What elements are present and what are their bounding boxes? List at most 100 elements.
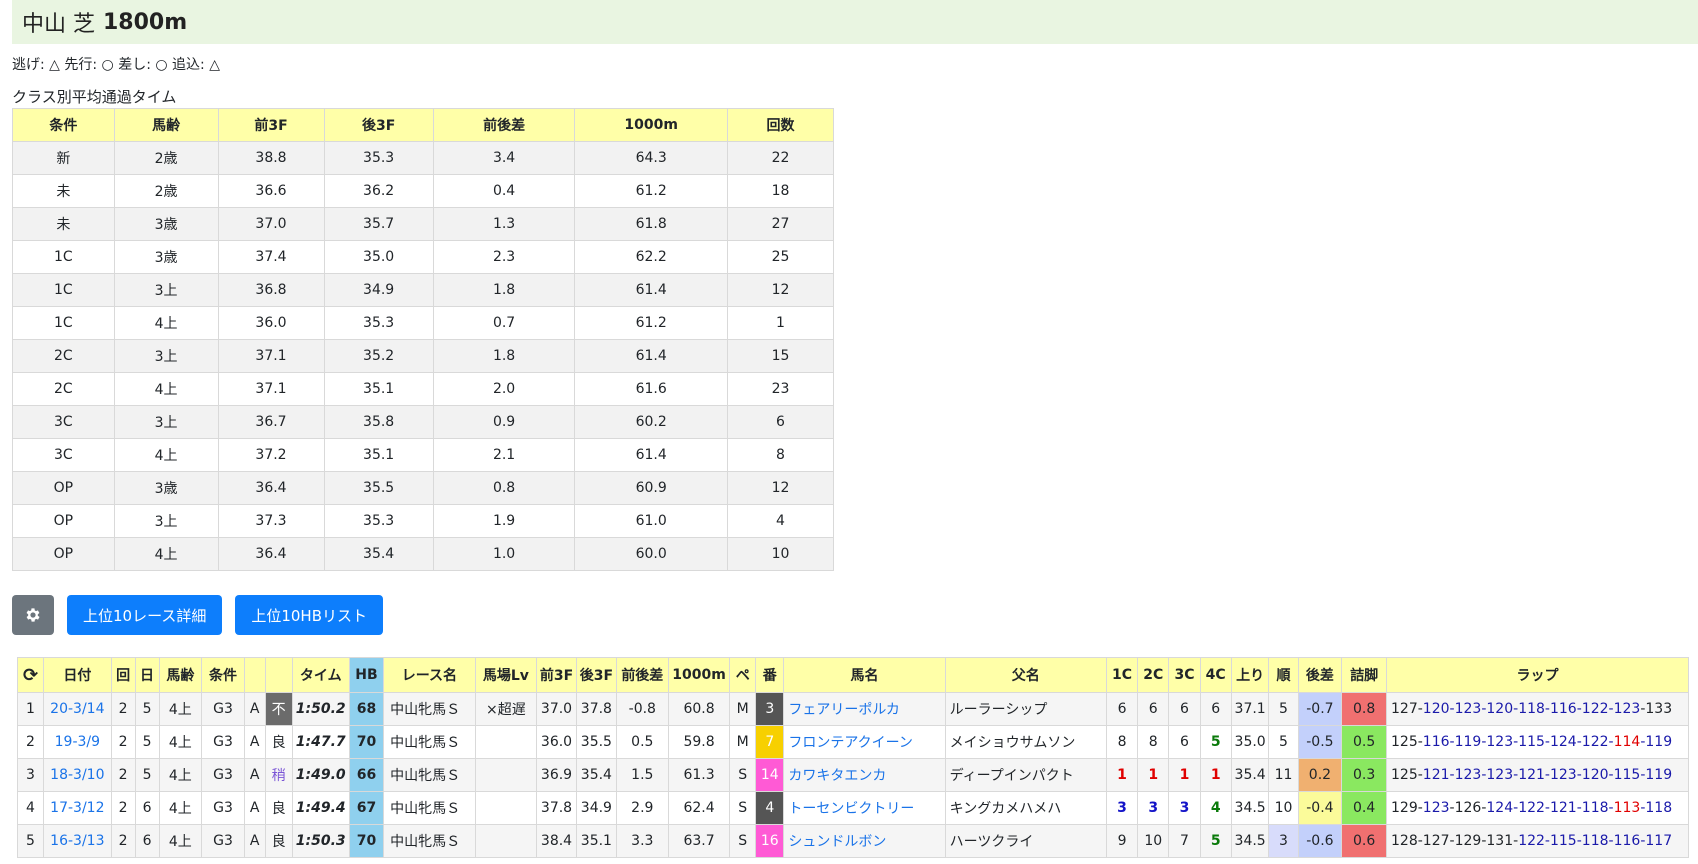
- closing-speed: 0.6: [1341, 824, 1387, 858]
- refresh-icon[interactable]: ⟳: [23, 665, 38, 686]
- race-table-header[interactable]: 順: [1268, 657, 1299, 693]
- lap-segment: 118: [1581, 833, 1609, 849]
- horse-number: 14: [755, 758, 785, 792]
- race-table-header[interactable]: 後3F: [575, 657, 617, 693]
- class-table-row: 2C 3上 37.1 35.2 1.8 61.4 15: [12, 339, 835, 373]
- race-table-header[interactable]: 馬場Lv: [474, 657, 538, 693]
- settings-button[interactable]: [12, 595, 54, 635]
- corner-position-c2: 10: [1137, 824, 1170, 858]
- race-table-header[interactable]: 詰脚: [1341, 657, 1387, 693]
- last-time: 34.5: [1230, 791, 1270, 825]
- class-table-cell: 1C: [12, 306, 115, 340]
- horse-name-cell: フロンテアクイーン: [783, 725, 946, 759]
- class-table-cell: 1.0: [432, 537, 576, 571]
- race-date-link[interactable]: 20-3/14: [50, 701, 104, 717]
- race-table-header[interactable]: 父名: [944, 657, 1107, 693]
- race-table-header[interactable]: HB: [348, 657, 385, 693]
- track-level: [474, 758, 538, 792]
- pace-diff: 3.3: [615, 824, 669, 858]
- lap-segment: 119: [1454, 734, 1482, 750]
- class-table-cell: 61.4: [574, 339, 728, 373]
- race-table-header[interactable]: 馬名: [783, 657, 946, 693]
- class-table-cell: 4: [726, 504, 835, 538]
- class-table-cell: 60.0: [574, 537, 728, 571]
- race-table-header[interactable]: 前後差: [615, 657, 669, 693]
- race-table-header[interactable]: [264, 657, 293, 693]
- time-1000m: 61.3: [667, 758, 731, 792]
- lap-segment: 125: [1391, 734, 1418, 750]
- horse-name-link[interactable]: シュンドルボン: [788, 834, 886, 850]
- race-table-header[interactable]: 日付: [43, 657, 112, 693]
- race-name: 中山牝馬Ｓ: [383, 824, 476, 858]
- race-table-header[interactable]: 回: [110, 657, 136, 693]
- race-table-header[interactable]: 条件: [201, 657, 245, 693]
- top10-hb-list-button[interactable]: 上位10HBリスト: [235, 595, 384, 635]
- lap-segment: 124: [1549, 734, 1577, 750]
- horse-name-link[interactable]: フェアリーポルカ: [788, 702, 900, 718]
- class-table-cell: 2.3: [432, 240, 576, 274]
- action-button-row: 上位10レース詳細 上位10HBリスト: [12, 595, 384, 635]
- track-level: [474, 824, 538, 858]
- horse-name-link[interactable]: トーセンビクトリー: [788, 801, 914, 817]
- race-date-link[interactable]: 17-3/12: [50, 800, 104, 816]
- class-table-cell: 60.2: [574, 405, 728, 439]
- lap-segment: 116: [1613, 833, 1641, 849]
- class-table-cell: 未: [12, 174, 115, 208]
- time-1000m: 60.8: [667, 692, 731, 726]
- race-table-header[interactable]: タイム: [291, 657, 350, 693]
- race-kai: 2: [110, 791, 136, 825]
- race-row: 4 17-3/12 2 6 4上 G3 A 良 1:49.4 67 中山牝馬Ｓ 37.8 34.9 2.9…: [16, 791, 1689, 825]
- race-table-header[interactable]: [243, 657, 266, 693]
- race-table-header[interactable]: 前3F: [536, 657, 577, 693]
- race-grade: A: [243, 725, 266, 759]
- pace-mark: S: [729, 758, 757, 792]
- top10-race-detail-button[interactable]: 上位10レース詳細: [67, 595, 223, 635]
- race-date-link[interactable]: 18-3/10: [50, 767, 104, 783]
- row-index: 1: [16, 692, 45, 726]
- class-table-cell: 3C: [12, 438, 115, 472]
- race-table-header[interactable]: 1C: [1105, 657, 1139, 693]
- class-table-cell: 3上: [113, 504, 219, 538]
- race-table-header[interactable]: 日: [134, 657, 160, 693]
- lap-segment: 117: [1645, 833, 1673, 849]
- corner-position-c1: 9: [1105, 824, 1139, 858]
- margin-diff: -0.5: [1297, 725, 1343, 759]
- class-table-cell: 27: [726, 207, 835, 241]
- race-date-link[interactable]: 19-3/9: [55, 734, 100, 750]
- refresh-header[interactable]: ⟳: [16, 657, 45, 693]
- course-name: 中山 芝: [22, 12, 95, 37]
- race-table-header[interactable]: 馬齢: [158, 657, 203, 693]
- race-table-header[interactable]: 上り: [1230, 657, 1270, 693]
- race-table-header[interactable]: 番: [755, 657, 785, 693]
- class-table-header: 馬齢: [113, 108, 219, 142]
- race-table-header[interactable]: ラップ: [1386, 657, 1689, 693]
- class-table-cell: 37.3: [217, 504, 325, 538]
- race-table-header[interactable]: 後差: [1297, 657, 1343, 693]
- corner-position-c4: 6: [1199, 692, 1232, 726]
- horse-name-cell: カワキタエンカ: [783, 758, 946, 792]
- class-table-row: 新 2歳 38.8 35.3 3.4 64.3 22: [12, 141, 835, 175]
- race-name: 中山牝馬Ｓ: [383, 692, 476, 726]
- class-table-cell: 60.9: [574, 471, 728, 505]
- race-table-header[interactable]: 2C: [1137, 657, 1170, 693]
- race-table-header[interactable]: 1000m: [667, 657, 731, 693]
- race-age: 4上: [158, 758, 203, 792]
- horse-name-link[interactable]: フロンテアクイーン: [788, 735, 913, 751]
- sire-name: メイショウサムソン: [944, 725, 1107, 759]
- race-table-header[interactable]: レース名: [383, 657, 476, 693]
- horse-name-link[interactable]: カワキタエンカ: [788, 768, 886, 784]
- class-table-cell: 3歳: [113, 240, 219, 274]
- finish-rank: 5: [1268, 725, 1299, 759]
- race-table-header[interactable]: ペ: [729, 657, 757, 693]
- class-table-row: 1C 3歳 37.4 35.0 2.3 62.2 25: [12, 240, 835, 274]
- class-table-title: クラス別平均通過タイム: [12, 88, 177, 106]
- race-age: 4上: [158, 725, 203, 759]
- class-table-cell: 35.3: [323, 141, 434, 175]
- race-date-link[interactable]: 16-3/13: [50, 833, 104, 849]
- race-date-cell: 19-3/9: [43, 725, 112, 759]
- race-table-header[interactable]: 3C: [1168, 657, 1201, 693]
- race-table-header[interactable]: 4C: [1199, 657, 1232, 693]
- lap-segment: 128: [1391, 833, 1418, 849]
- margin-diff: 0.2: [1297, 758, 1343, 792]
- class-table-cell: 36.4: [217, 471, 325, 505]
